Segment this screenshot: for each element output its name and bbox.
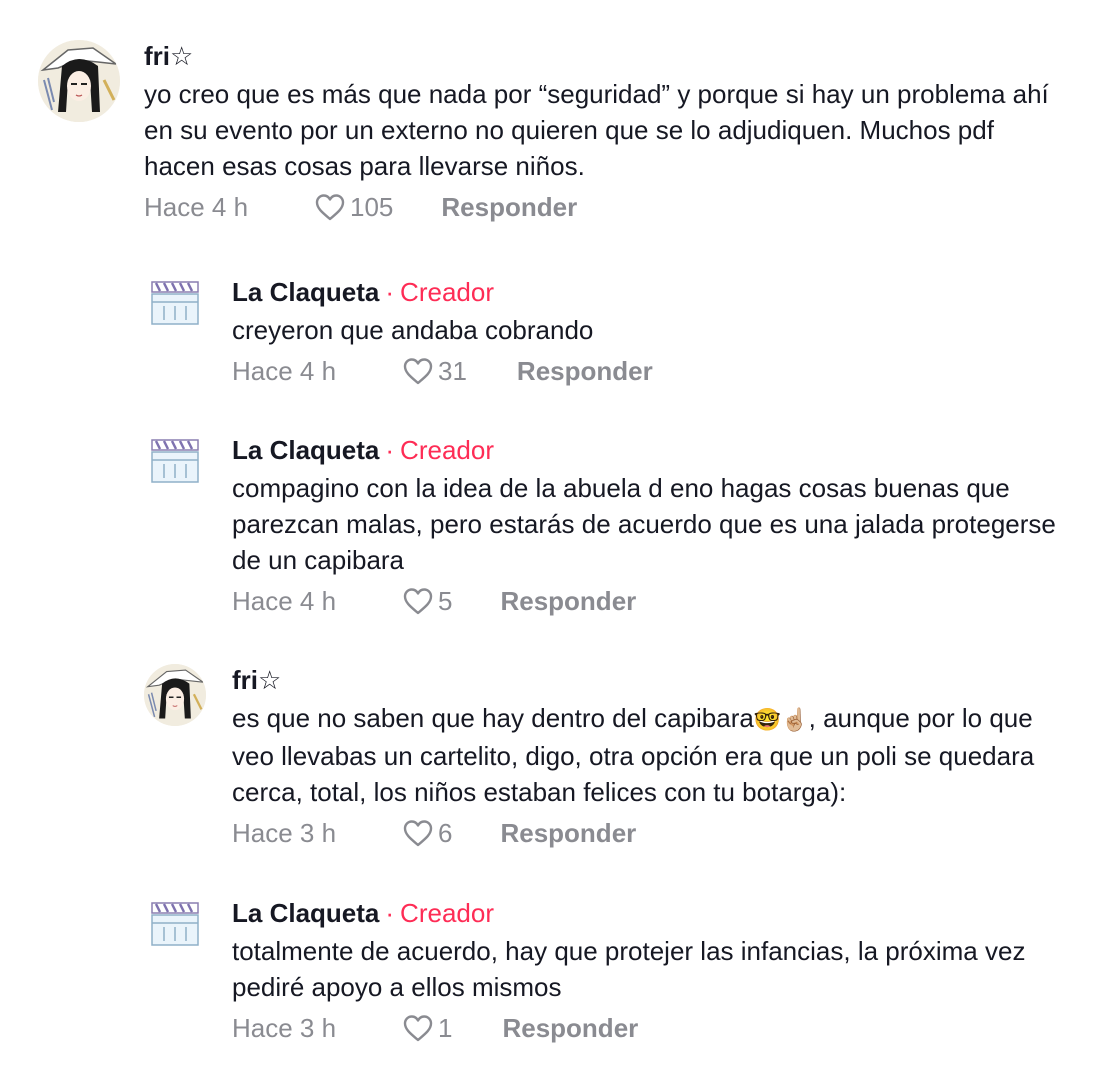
clapperboard-avatar-icon[interactable] xyxy=(150,280,200,326)
comment-text: totalmente de acuerdo, hay que protejer … xyxy=(232,936,1026,1002)
heart-icon xyxy=(403,588,433,615)
comment-time: Hace 3 h xyxy=(232,817,337,848)
reply-item: La Claqueta · Creador compagino con la ide… xyxy=(150,434,1068,622)
like-button[interactable]: 6 xyxy=(402,818,452,849)
comment-text-part: es que no saben que hay dentro del capib… xyxy=(232,703,754,733)
anime-girl-avatar-icon[interactable] xyxy=(144,664,206,726)
comment-author[interactable]: La Claqueta xyxy=(232,277,379,307)
comment-author-line: fri☆ xyxy=(232,664,1068,696)
reply-button[interactable]: Responder xyxy=(500,586,636,617)
comment-time: Hace 4 h xyxy=(144,191,249,222)
like-count: 105 xyxy=(350,191,394,222)
reply-button[interactable]: Responder xyxy=(517,356,653,387)
like-count: 6 xyxy=(438,817,453,848)
creator-badge: Creador xyxy=(400,435,494,465)
like-count: 31 xyxy=(438,355,467,386)
clapperboard-avatar-icon[interactable] xyxy=(150,438,200,484)
comment-author[interactable]: fri☆ xyxy=(144,41,193,71)
reply-item: fri☆ es que no saben que hay dentro del … xyxy=(144,664,1068,854)
comment-author[interactable]: La Claqueta xyxy=(232,435,379,465)
reply-item: La Claqueta · Creador creyeron que andaba … xyxy=(150,276,1068,392)
comment-meta: Hace 4 h 5 Responder xyxy=(232,580,1068,622)
like-button[interactable]: 1 xyxy=(402,1013,452,1044)
comment-author-line: fri☆ xyxy=(144,40,1064,72)
like-button[interactable]: 105 xyxy=(314,192,393,223)
clapperboard-avatar-icon[interactable] xyxy=(150,901,200,947)
comment-text: creyeron que andaba cobrando xyxy=(232,315,594,345)
comment-time: Hace 4 h xyxy=(232,585,337,616)
comment-author[interactable]: fri☆ xyxy=(232,665,281,695)
heart-icon xyxy=(403,820,433,847)
comment-text: compagino con la idea de la abuela d eno… xyxy=(232,473,1056,575)
like-button[interactable]: 31 xyxy=(402,356,467,387)
creator-badge: Creador xyxy=(400,898,494,928)
like-count: 5 xyxy=(438,585,453,616)
reply-item: La Claqueta · Creador totalmente de acuerd… xyxy=(150,897,1068,1049)
comment-author[interactable]: La Claqueta xyxy=(232,898,379,928)
heart-icon xyxy=(403,358,433,385)
comment-meta: Hace 4 h 31 Responder xyxy=(232,350,1068,392)
reply-button[interactable]: Responder xyxy=(500,818,636,849)
comment-author-line: La Claqueta · Creador xyxy=(232,276,1068,308)
comment-text: es que no saben que hay dentro del capib… xyxy=(232,700,1068,810)
comment-meta: Hace 3 h 1 Responder xyxy=(232,1007,1068,1049)
heart-icon xyxy=(403,1015,433,1042)
creator-badge: Creador xyxy=(400,277,494,307)
author-separator: · xyxy=(385,277,395,307)
comment-time: Hace 3 h xyxy=(232,1012,337,1043)
comment-meta: Hace 3 h 6 Responder xyxy=(232,812,1068,854)
comment-item: fri☆ yo creo que es más que nada por “se… xyxy=(38,40,1068,228)
like-button[interactable]: 5 xyxy=(402,586,452,617)
reply-button[interactable]: Responder xyxy=(441,192,577,223)
nerd-emoji-icon: 🤓☝🏼 xyxy=(753,707,809,732)
reply-button[interactable]: Responder xyxy=(502,1013,638,1044)
comment-author-line: La Claqueta · Creador xyxy=(232,897,1068,929)
anime-girl-avatar-icon[interactable] xyxy=(38,40,120,122)
author-separator: · xyxy=(385,898,395,928)
comment-meta: Hace 4 h 105 Responder xyxy=(144,186,1064,228)
heart-icon xyxy=(315,194,345,221)
author-separator: · xyxy=(385,435,395,465)
comment-text: yo creo que es más que nada por “segurid… xyxy=(144,79,1049,181)
comment-author-line: La Claqueta · Creador xyxy=(232,434,1068,466)
like-count: 1 xyxy=(438,1012,453,1043)
comment-time: Hace 4 h xyxy=(232,355,337,386)
